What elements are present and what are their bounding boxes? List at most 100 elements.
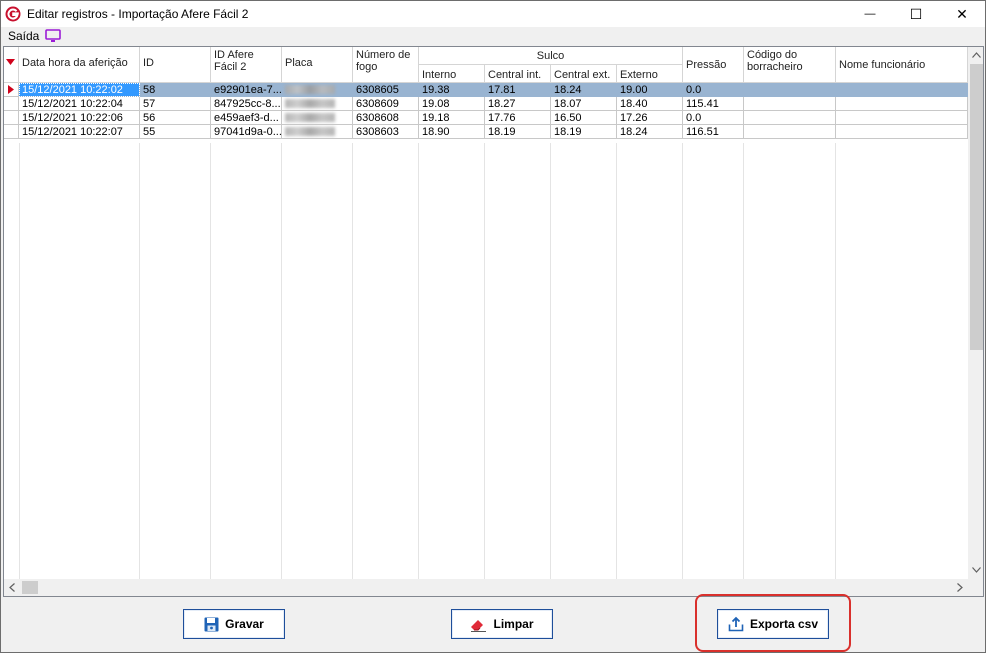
records-grid[interactable]: Data hora da aferição ID ID Afere Fácil …: [3, 46, 984, 597]
cell-codigo-borracheiro[interactable]: [744, 83, 836, 97]
scrollbar-corner: [968, 579, 983, 596]
floppy-disk-icon: [204, 617, 219, 631]
maximize-button[interactable]: ☐: [893, 1, 939, 27]
cell-externo[interactable]: 18.40: [617, 97, 683, 111]
cell-central-ext[interactable]: 18.24: [551, 83, 617, 97]
column-divider: [281, 143, 282, 579]
cell-numero-fogo[interactable]: 6308609: [353, 97, 419, 111]
cell-numero-fogo[interactable]: 6308605: [353, 83, 419, 97]
column-header-pressao[interactable]: Pressão: [683, 47, 744, 83]
cell-central-int[interactable]: 18.19: [485, 125, 551, 139]
cell-externo[interactable]: 17.26: [617, 111, 683, 125]
sort-indicator-icon: [6, 59, 15, 65]
row-indicator[interactable]: [4, 111, 19, 125]
menu-item-saida[interactable]: Saída: [8, 29, 39, 43]
gravar-button[interactable]: Gravar: [183, 609, 285, 639]
cell-codigo-borracheiro[interactable]: [744, 111, 836, 125]
cell-numero-fogo[interactable]: 6308608: [353, 111, 419, 125]
horizontal-scroll-thumb[interactable]: [22, 581, 38, 594]
column-divider: [835, 143, 836, 579]
cell-pressao[interactable]: 0.0: [683, 111, 744, 125]
cell-pressao[interactable]: 0.0: [683, 83, 744, 97]
annotation-highlight-box: [695, 594, 851, 652]
column-divider: [139, 143, 140, 579]
column-header-nome-funcionario[interactable]: Nome funcionário: [836, 47, 968, 83]
title-bar: Editar registros - Importação Afere Fáci…: [1, 1, 985, 27]
scroll-right-icon[interactable]: [957, 583, 963, 592]
cell-data-hora[interactable]: 15/12/2021 10:22:02: [19, 83, 140, 97]
scroll-up-icon[interactable]: [972, 52, 981, 58]
cell-id-afere[interactable]: 847925cc-8...: [211, 97, 282, 111]
column-header-interno[interactable]: Interno: [419, 65, 485, 83]
cell-interno[interactable]: 19.08: [419, 97, 485, 111]
scroll-left-icon[interactable]: [9, 583, 15, 592]
row-indicator[interactable]: [4, 125, 19, 139]
cell-central-ext[interactable]: 18.07: [551, 97, 617, 111]
maximize-icon: ☐: [909, 5, 923, 22]
cell-central-int[interactable]: 18.27: [485, 97, 551, 111]
redacted-placa: [285, 127, 335, 136]
column-header-numero-fogo[interactable]: Número de fogo: [353, 47, 419, 83]
limpar-button[interactable]: Limpar: [451, 609, 553, 639]
vertical-scroll-thumb[interactable]: [970, 64, 983, 350]
cell-nome-funcionario[interactable]: [836, 83, 968, 97]
row-indicator[interactable]: [4, 83, 19, 97]
cell-externo[interactable]: 18.24: [617, 125, 683, 139]
column-header-central-int[interactable]: Central int.: [485, 65, 551, 83]
column-header-id[interactable]: ID: [140, 47, 211, 83]
cell-placa[interactable]: [282, 125, 353, 139]
column-divider: [19, 143, 20, 579]
window-title: Editar registros - Importação Afere Fáci…: [27, 7, 249, 21]
cell-id-afere[interactable]: e92901ea-7...: [211, 83, 282, 97]
column-header-data-hora[interactable]: Data hora da aferição: [19, 47, 140, 83]
column-header-id-afere[interactable]: ID Afere Fácil 2: [211, 47, 282, 83]
cell-numero-fogo[interactable]: 6308603: [353, 125, 419, 139]
cell-id-afere[interactable]: e459aef3-d...: [211, 111, 282, 125]
redacted-placa: [285, 99, 335, 108]
cell-interno[interactable]: 19.38: [419, 83, 485, 97]
column-divider: [352, 143, 353, 579]
cell-interno[interactable]: 19.18: [419, 111, 485, 125]
cell-id[interactable]: 57: [140, 97, 211, 111]
cell-placa[interactable]: [282, 83, 353, 97]
column-header-placa[interactable]: Placa: [282, 47, 353, 83]
cell-nome-funcionario[interactable]: [836, 125, 968, 139]
scroll-down-icon[interactable]: [972, 567, 981, 573]
minimize-button[interactable]: —: [847, 1, 893, 27]
cell-id-afere[interactable]: 97041d9a-0...: [211, 125, 282, 139]
close-button[interactable]: ✕: [939, 1, 985, 27]
cell-interno[interactable]: 18.90: [419, 125, 485, 139]
cell-central-ext[interactable]: 18.19: [551, 125, 617, 139]
row-indicator-header: [4, 47, 19, 83]
close-icon: ✕: [956, 5, 968, 22]
cell-codigo-borracheiro[interactable]: [744, 97, 836, 111]
column-divider: [616, 143, 617, 579]
cell-data-hora[interactable]: 15/12/2021 10:22:07: [19, 125, 140, 139]
minimize-icon: —: [864, 8, 876, 20]
monitor-icon[interactable]: [45, 29, 61, 43]
cell-placa[interactable]: [282, 97, 353, 111]
cell-data-hora[interactable]: 15/12/2021 10:22:06: [19, 111, 140, 125]
cell-pressao[interactable]: 116.51: [683, 125, 744, 139]
cell-nome-funcionario[interactable]: [836, 111, 968, 125]
column-header-codigo-borracheiro[interactable]: Código do borracheiro: [744, 47, 836, 83]
cell-data-hora[interactable]: 15/12/2021 10:22:04: [19, 97, 140, 111]
row-indicator[interactable]: [4, 97, 19, 111]
column-header-externo[interactable]: Externo: [617, 65, 683, 83]
cell-pressao[interactable]: 115.41: [683, 97, 744, 111]
cell-externo[interactable]: 19.00: [617, 83, 683, 97]
column-divider: [484, 143, 485, 579]
cell-central-int[interactable]: 17.76: [485, 111, 551, 125]
limpar-label: Limpar: [493, 617, 534, 631]
column-header-central-ext[interactable]: Central ext.: [551, 65, 617, 83]
redacted-placa: [285, 85, 335, 94]
cell-placa[interactable]: [282, 111, 353, 125]
cell-id[interactable]: 56: [140, 111, 211, 125]
cell-central-int[interactable]: 17.81: [485, 83, 551, 97]
cell-id[interactable]: 55: [140, 125, 211, 139]
cell-codigo-borracheiro[interactable]: [744, 125, 836, 139]
cell-nome-funcionario[interactable]: [836, 97, 968, 111]
cell-central-ext[interactable]: 16.50: [551, 111, 617, 125]
cell-id[interactable]: 58: [140, 83, 211, 97]
vertical-scrollbar[interactable]: [968, 47, 983, 579]
